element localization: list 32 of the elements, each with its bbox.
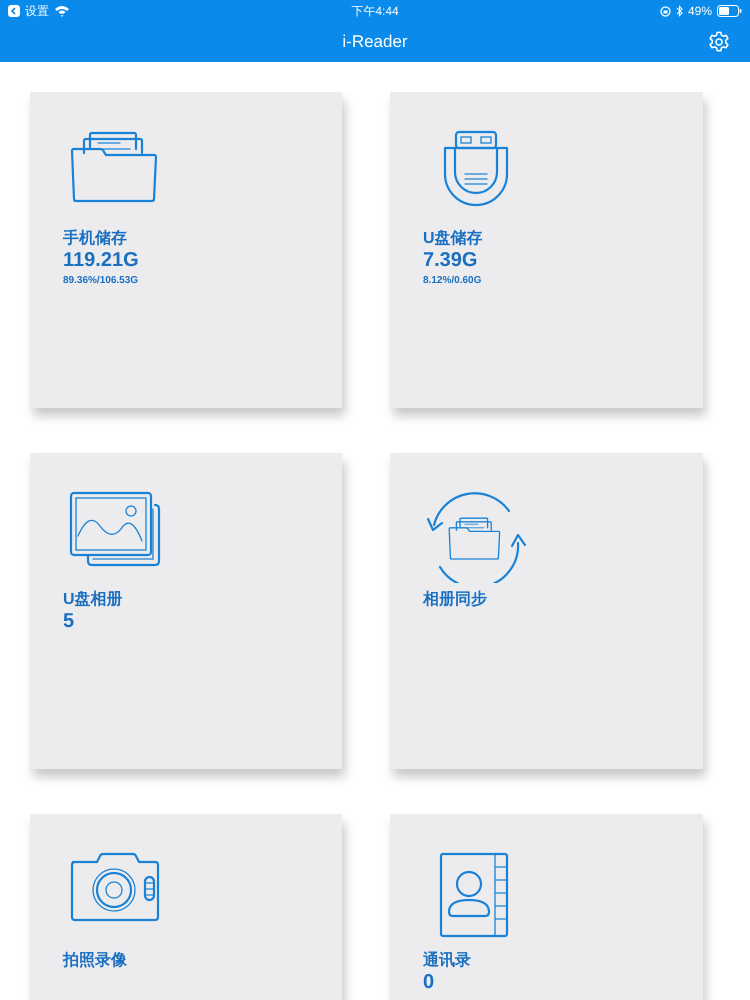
usage-detail: 8.12%/0.60G [423, 275, 482, 286]
wifi-icon [54, 5, 70, 17]
card-value: 5 [63, 610, 74, 633]
bluetooth-icon [676, 5, 683, 17]
card-title: 手机储存 [63, 228, 127, 249]
status-time: 下午4:44 [351, 2, 399, 20]
folder-icon [69, 130, 159, 204]
feature-card[interactable]: 相册同步 [390, 453, 703, 769]
battery-percent: 49% [688, 4, 712, 18]
contacts-book-icon [439, 852, 509, 938]
back-label[interactable]: 设置 [25, 2, 49, 20]
card-title: 通讯录 [423, 950, 471, 971]
card-title: 相册同步 [423, 590, 487, 610]
card-title: 拍照录像 [63, 950, 127, 971]
app-title: i-Reader [342, 32, 408, 52]
back-icon[interactable] [8, 5, 20, 17]
card-title: U盘相册 [63, 590, 123, 610]
feature-card[interactable]: 通讯录 0 [390, 814, 703, 1000]
card-value: 0 [423, 971, 434, 994]
lock-rotation-icon [660, 6, 671, 16]
usage-detail: 89.36%/106.53G [63, 275, 138, 286]
photos-icon [69, 491, 163, 567]
feature-card[interactable]: U盘储存 7.39G 8.12%/0.60G [390, 92, 703, 408]
card-value: 119.21G [63, 249, 139, 272]
camera-icon [69, 852, 161, 922]
battery-icon [717, 5, 742, 17]
card-value: 7.39G [423, 249, 478, 272]
feature-card[interactable]: 拍照录像 [30, 814, 342, 1000]
feature-card[interactable]: U盘相册 5 [30, 453, 342, 769]
feature-card[interactable]: 手机储存 119.21G 89.36%/106.53G [30, 92, 342, 408]
settings-icon[interactable] [708, 31, 730, 53]
card-title: U盘储存 [423, 228, 483, 249]
